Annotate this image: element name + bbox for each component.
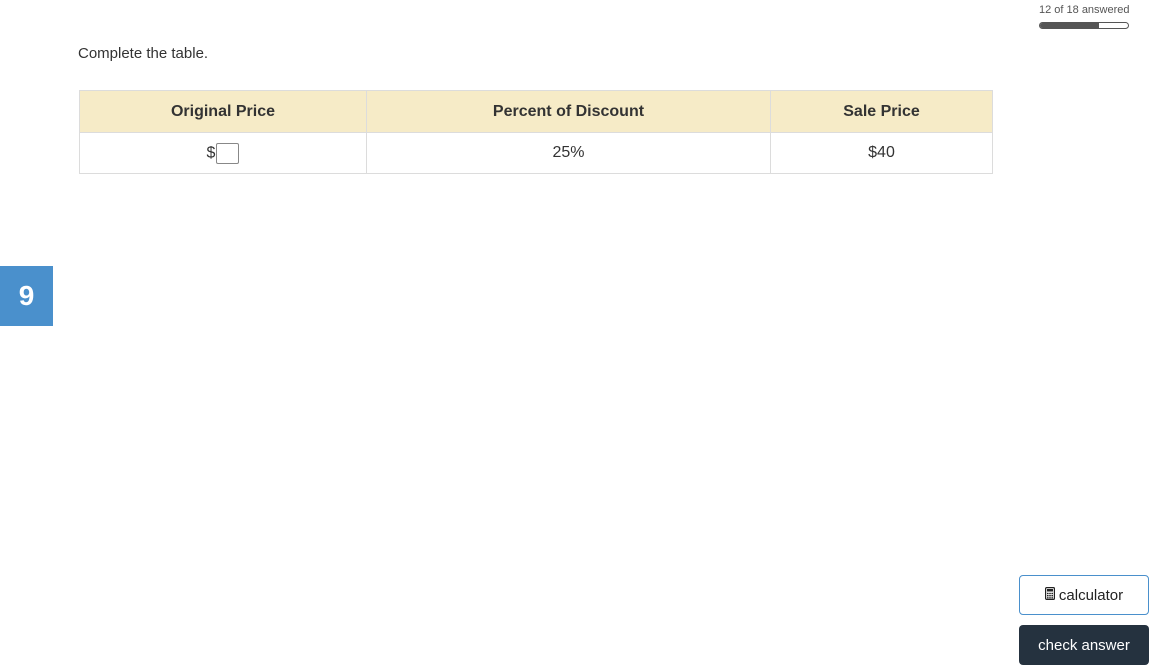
calculator-icon [1044, 587, 1055, 604]
check-answer-button[interactable]: check answer [1019, 625, 1149, 665]
table-row: $ 25% $40 [79, 132, 993, 174]
header-percent-of-discount: Percent of Discount [366, 90, 771, 133]
calculator-button[interactable]: calculator [1019, 575, 1149, 615]
progress-bar [1039, 22, 1129, 29]
header-original-price: Original Price [79, 90, 367, 133]
progress-indicator: 12 of 18 answered [1039, 4, 1130, 29]
question-prompt: Complete the table. [78, 45, 209, 62]
currency-prefix: $ [206, 144, 216, 162]
table-header-row: Original Price Percent of Discount Sale … [79, 90, 993, 133]
original-price-input[interactable] [216, 142, 240, 164]
header-sale-price: Sale Price [770, 90, 993, 133]
cell-original-price: $ [79, 132, 367, 174]
calculator-label: calculator [1058, 586, 1124, 604]
progress-label: 12 of 18 answered [1039, 4, 1130, 16]
cell-percent-of-discount: 25% [366, 132, 771, 174]
answer-table: Original Price Percent of Discount Sale … [79, 90, 993, 174]
question-number-badge: 9 [0, 266, 53, 326]
progress-bar-fill [1040, 23, 1099, 28]
cell-sale-price: $40 [770, 132, 993, 174]
